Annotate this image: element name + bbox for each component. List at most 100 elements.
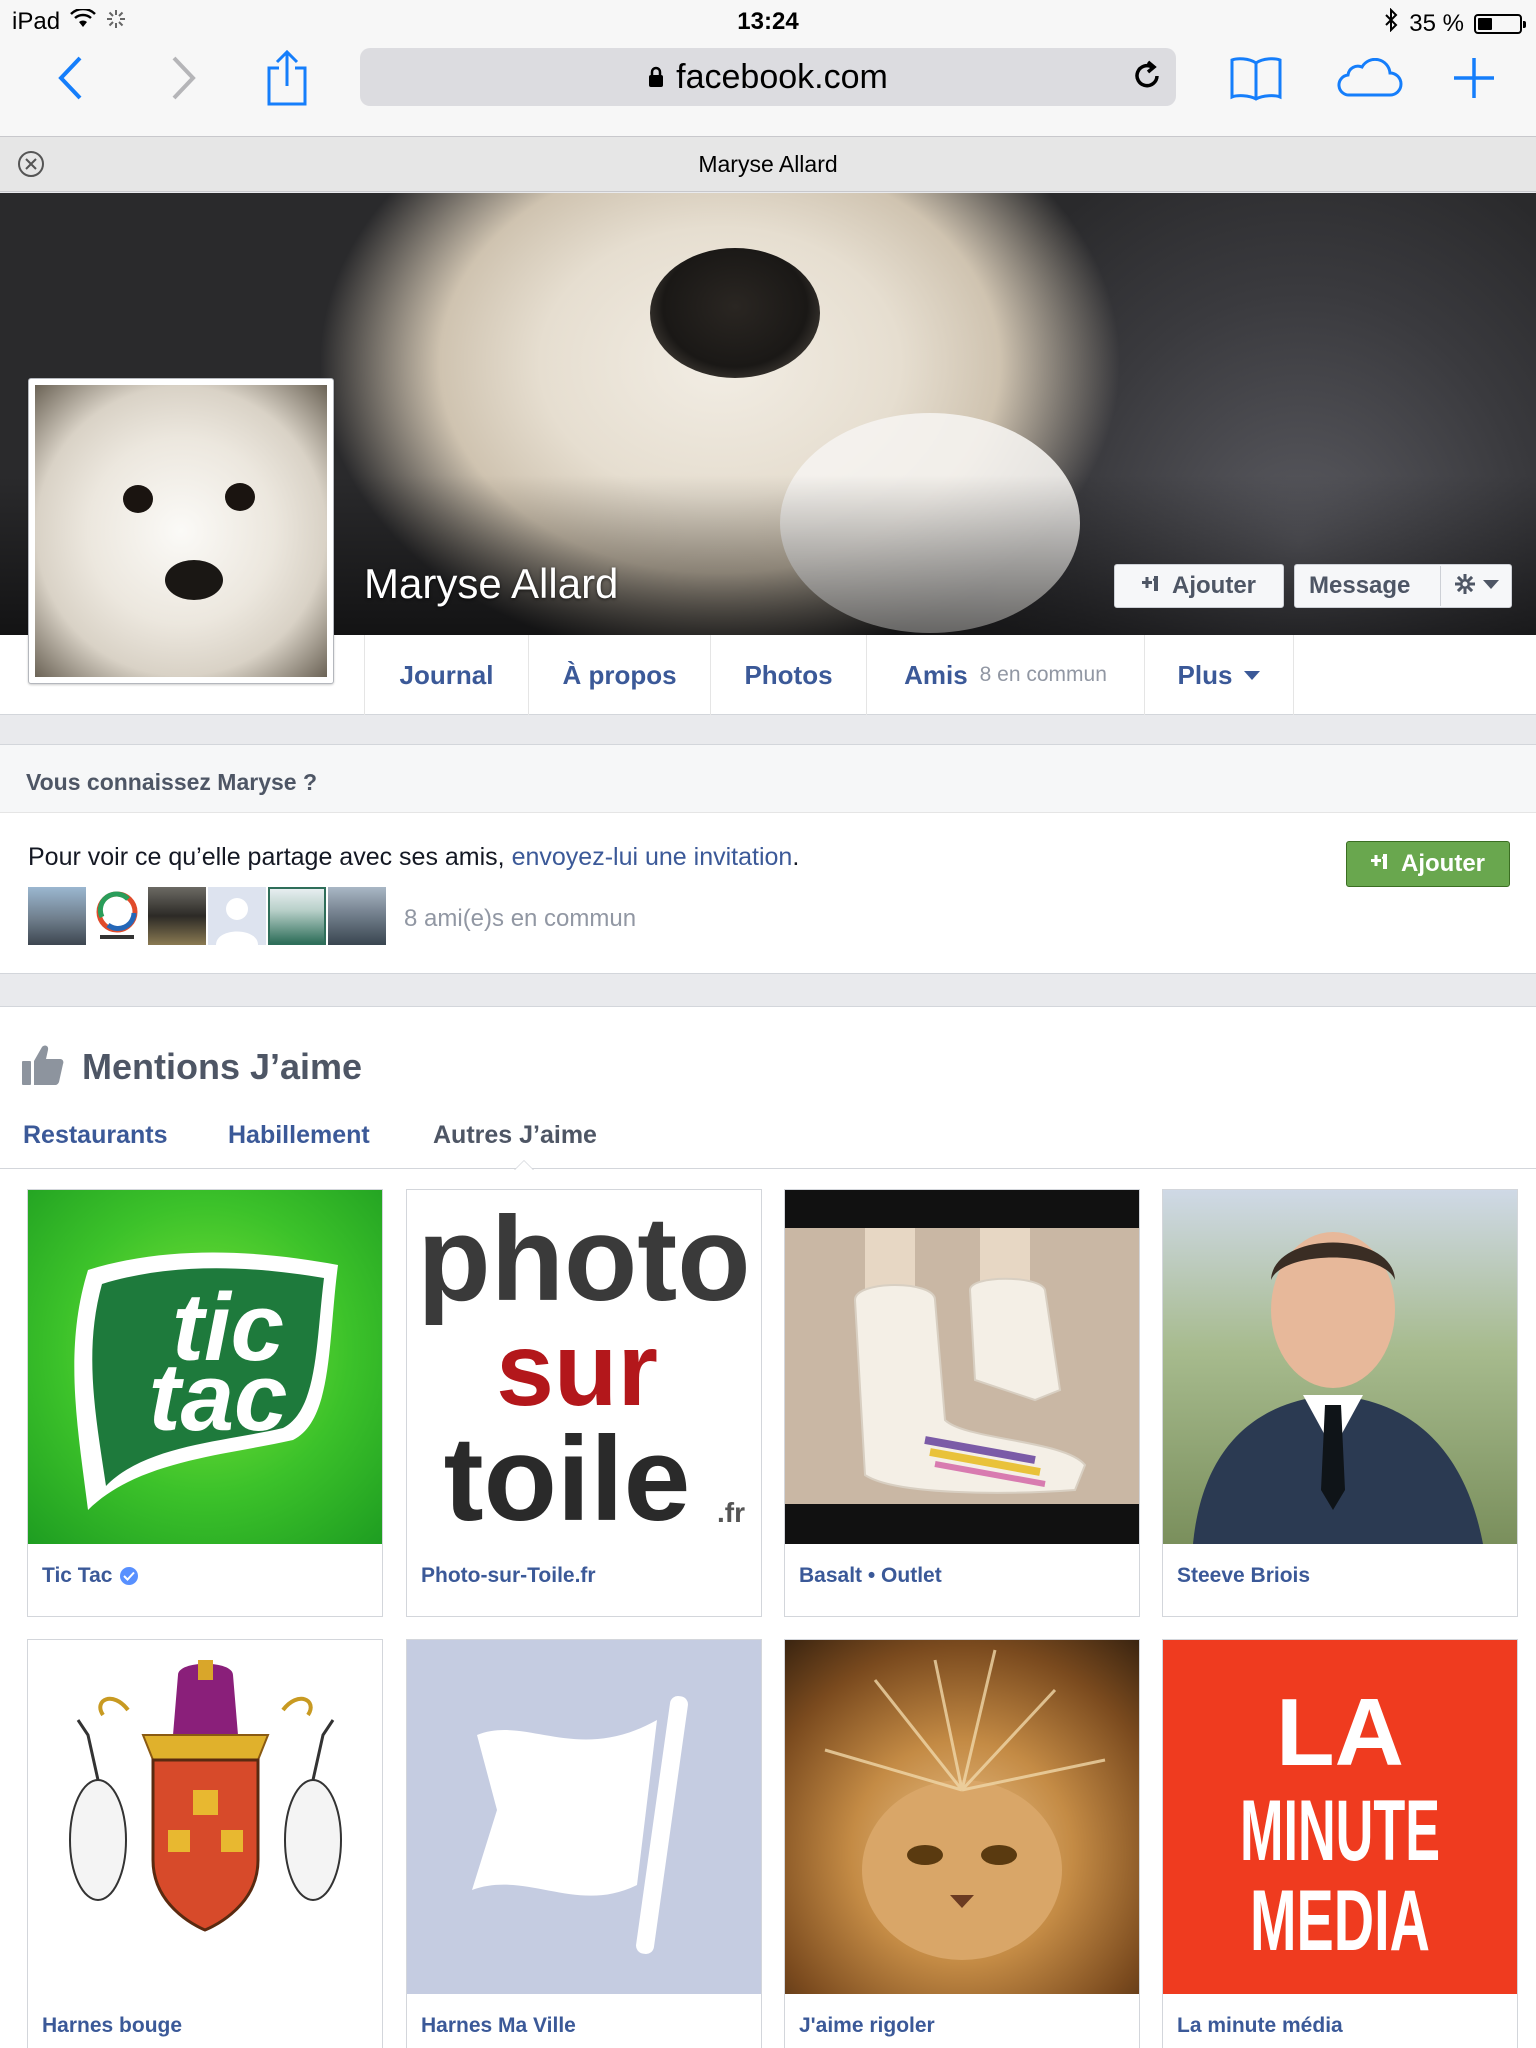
cover-dog-nose <box>650 248 820 378</box>
url-text: facebook.com <box>676 57 888 96</box>
add-friend-green-button[interactable]: Ajouter <box>1346 841 1510 887</box>
icloud-tabs-button[interactable] <box>1334 50 1404 106</box>
tic-tac-logo: tic tac <box>28 1190 382 1544</box>
like-name: Tic Tac <box>42 1564 139 1588</box>
profile-name[interactable]: Maryse Allard <box>364 560 618 608</box>
bluetooth-icon <box>1383 7 1399 39</box>
photo-sur-toile-logo-text-1: photo <box>417 1192 750 1326</box>
harnes-coat-of-arms <box>28 1640 382 1994</box>
battery-level <box>1478 17 1492 30</box>
photo-sur-toile-logo: photo sur toile .fr <box>407 1190 761 1544</box>
tab-journal[interactable]: Journal <box>364 635 528 715</box>
likes-title: Mentions J’aime <box>82 1045 363 1087</box>
verified-badge-icon <box>120 1567 139 1585</box>
tab-friends-mutual: 8 en commun <box>979 663 1107 686</box>
like-name: Basalt • Outlet <box>799 1564 942 1587</box>
subtab-other-likes[interactable]: Autres J’aime <box>433 1121 597 1150</box>
friend-thumbnail[interactable] <box>268 887 326 945</box>
like-tile-la-minute-media[interactable]: LA MINUTE MEDIA La minute média <box>1162 1639 1518 2048</box>
default-page-flag-icon <box>407 1640 761 1994</box>
la-minute-media-logo-text-2: MINUTE <box>1240 1783 1440 1879</box>
chevron-down-icon <box>1482 577 1499 595</box>
like-name: Harnes Ma Ville <box>421 2014 576 2037</box>
lock-icon <box>648 58 664 97</box>
browser-toolbar: facebook.com <box>0 40 1536 150</box>
fluffy-cat-image <box>785 1640 1139 1994</box>
tab-friends[interactable]: Amis 8 en commun <box>866 635 1144 715</box>
friend-thumbnail[interactable] <box>328 887 386 945</box>
avatar-eye-left <box>123 485 153 513</box>
add-friend-icon <box>1142 574 1164 598</box>
profile-picture[interactable] <box>28 378 334 684</box>
friend-thumbnail[interactable] <box>28 887 86 945</box>
tab-friends-label: Amis <box>904 659 968 690</box>
like-tile-harnes-bouge[interactable]: Harnes bouge <box>27 1639 383 2048</box>
like-name: La minute média <box>1177 2014 1343 2037</box>
like-name: Photo-sur-Toile.fr <box>421 1564 596 1587</box>
like-name: Steeve Briois <box>1177 1564 1311 1587</box>
friend-thumbnail[interactable] <box>208 887 266 945</box>
active-tab-pointer <box>514 1160 534 1170</box>
tab-photos[interactable]: Photos <box>710 635 866 715</box>
add-friend-button[interactable]: Ajouter <box>1114 564 1284 608</box>
photo-sur-toile-logo-text-2: sur <box>496 1312 658 1428</box>
like-tile-jaime-rigoler[interactable]: J'aime rigoler <box>784 1639 1140 2048</box>
tab-about-label: À propos <box>562 659 677 690</box>
photo-sur-toile-logo-text-4: .fr <box>717 1497 745 1528</box>
battery-percent: 35 % <box>1409 9 1464 37</box>
subtab-restaurants[interactable]: Restaurants <box>23 1121 168 1150</box>
friend-thumbnail[interactable] <box>88 887 146 945</box>
share-button[interactable] <box>262 50 312 106</box>
know-card-heading: Vous connaissez Maryse ? <box>0 745 1536 813</box>
friend-thumbnail[interactable] <box>148 887 206 945</box>
likes-header: Mentions J’aime <box>22 1043 362 1090</box>
avatar-nose <box>165 560 223 600</box>
avatar <box>35 385 327 677</box>
know-card-text-before: Pour voir ce qu’elle partage avec ses am… <box>28 843 512 871</box>
la-minute-media-logo: LA MINUTE MEDIA <box>1163 1640 1517 1994</box>
battery-icon <box>1474 13 1526 34</box>
tab-about[interactable]: À propos <box>528 635 710 715</box>
like-tile-tic-tac[interactable]: tic tac Tic Tac <box>27 1189 383 1617</box>
tab-more-label: Plus <box>1177 659 1233 690</box>
gear-icon <box>1454 573 1475 599</box>
like-name: Harnes bouge <box>42 2014 183 2037</box>
like-tile-basalt-outlet[interactable]: Basalt • Outlet <box>784 1189 1140 1617</box>
bookmarks-button[interactable] <box>1228 50 1284 106</box>
steeve-briois-photo <box>1163 1190 1517 1544</box>
like-name-text: Tic Tac <box>42 1564 113 1587</box>
mutual-friends-count[interactable]: 8 ami(e)s en commun <box>404 905 636 933</box>
add-friend-label: Ajouter <box>1172 572 1256 599</box>
like-tile-harnes-ma-ville[interactable]: Harnes Ma Ville <box>406 1639 762 2048</box>
la-minute-media-logo-text-1: LA <box>1276 1679 1404 1786</box>
subtab-clothing[interactable]: Habillement <box>228 1121 370 1150</box>
caret-down-icon <box>1244 670 1261 680</box>
like-tile-photo-sur-toile[interactable]: photo sur toile .fr Photo-sur-Toile.fr <box>406 1189 762 1617</box>
likes-card: Mentions J’aime Restaurants Habillement … <box>0 1006 1536 2048</box>
add-friend-green-label: Ajouter <box>1401 850 1485 877</box>
new-tab-button[interactable] <box>1452 50 1496 106</box>
tic-tac-logo-text-2: tac <box>149 1344 288 1451</box>
thumbs-up-icon <box>22 1043 64 1090</box>
tab-title: Maryse Allard <box>698 151 838 177</box>
photo-sur-toile-logo-text-3: toile <box>444 1412 691 1544</box>
tab-more[interactable]: Plus <box>1144 635 1294 715</box>
status-bar: iPad 13:24 35 % <box>0 0 1536 40</box>
address-bar[interactable]: facebook.com <box>360 48 1176 106</box>
tab-journal-label: Journal <box>399 659 494 690</box>
send-invitation-link[interactable]: envoyez-lui une invitation <box>512 843 793 871</box>
like-tile-steeve-briois[interactable]: Steeve Briois <box>1162 1189 1518 1617</box>
tab-photos-label: Photos <box>744 659 833 690</box>
back-button[interactable] <box>50 50 90 106</box>
basalt-outlet-image <box>785 1190 1139 1544</box>
clock: 13:24 <box>737 8 799 35</box>
likes-subtabs: Restaurants Habillement Autres J’aime <box>0 1115 1536 1170</box>
settings-dropdown-button[interactable] <box>1440 566 1512 606</box>
avatar-eye-right <box>225 483 255 511</box>
mutual-friends-thumbnails <box>28 887 388 945</box>
know-card-text-after: . <box>792 843 800 871</box>
add-friend-icon <box>1371 852 1393 876</box>
message-label: Message <box>1309 572 1411 599</box>
forward-button[interactable] <box>164 50 204 106</box>
reload-icon[interactable] <box>1132 60 1162 101</box>
